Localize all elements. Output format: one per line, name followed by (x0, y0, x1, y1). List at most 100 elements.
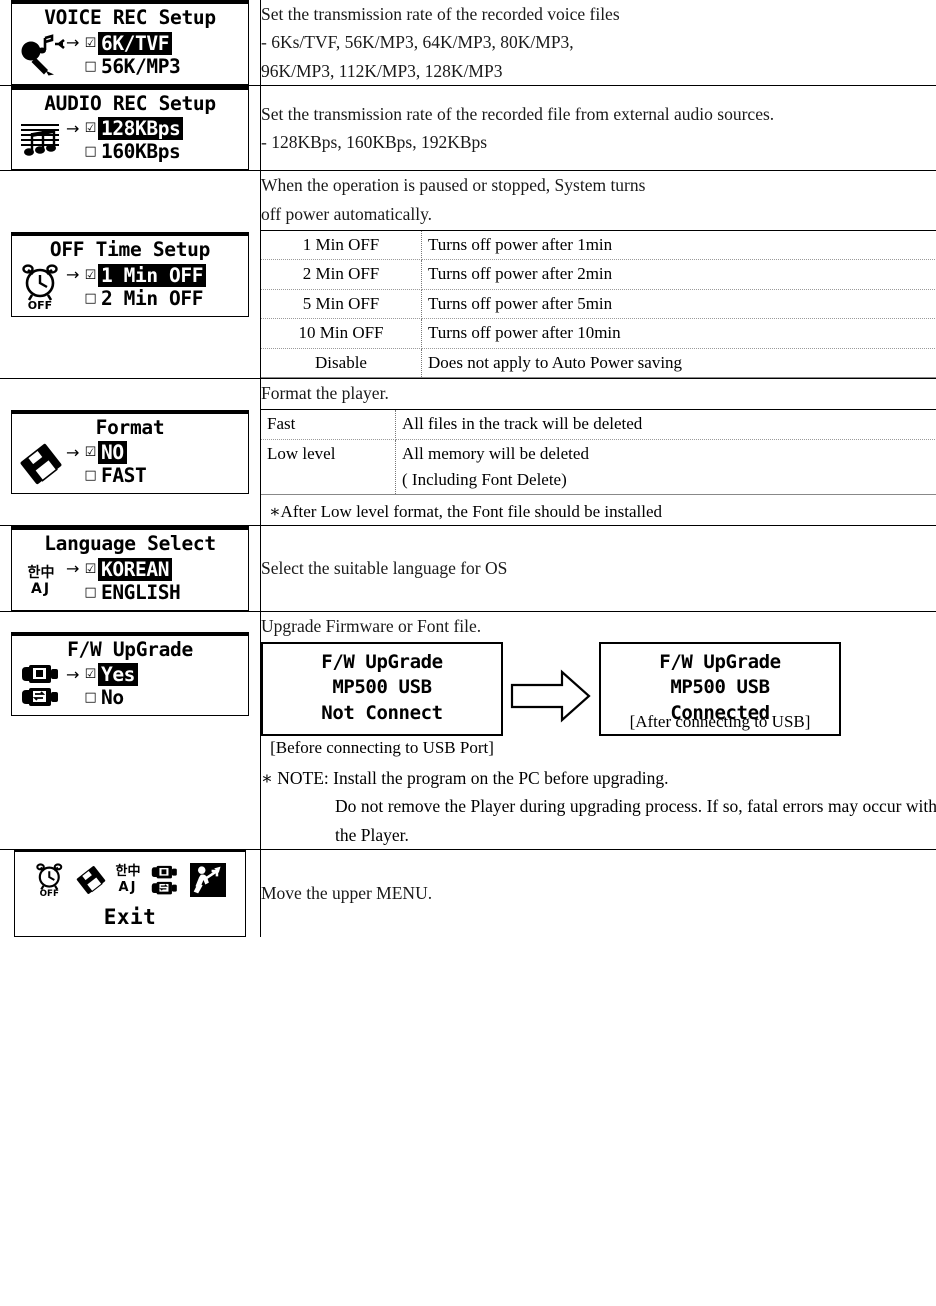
checkbox-icon[interactable]: □ (83, 292, 98, 305)
lcd-option-label[interactable]: 1 Min OFF (98, 263, 207, 287)
checkbox-checked-icon[interactable]: ☑ (83, 37, 98, 50)
lcd-options: → ☑ Yes □ No (66, 663, 244, 709)
table-row: OFF 한中 AJ Exit Move the upper MENU. (0, 849, 936, 938)
floppy-disk-icon (16, 440, 66, 488)
lcd-option-label[interactable]: ENGLISH (98, 581, 183, 604)
lcd-title: VOICE REC Setup (44, 6, 216, 30)
lcd-body: → ☑ Yes □ No (16, 662, 244, 710)
format-footnote: ∗After Low level format, the Font file s… (269, 502, 663, 522)
svg-text:OFF: OFF (39, 889, 58, 898)
checkbox-icon[interactable]: □ (83, 60, 98, 73)
lcd-option-row[interactable]: □ FAST (66, 464, 244, 487)
table-row: Low level All memory will be deleted ( I… (261, 439, 936, 496)
lcd-option-label[interactable]: Yes (98, 663, 139, 687)
checkbox-checked-icon[interactable]: ☑ (83, 668, 98, 681)
lcd-option-label[interactable]: No (98, 686, 127, 709)
lcd-title: F/W UpGrade (67, 637, 193, 661)
option-key: 2 Min OFF (261, 259, 422, 290)
exit-running-person-icon[interactable] (190, 863, 227, 898)
note-line-first: ∗ NOTE: Install the program on the PC be… (261, 767, 669, 788)
checkbox-icon[interactable]: □ (83, 145, 98, 158)
lcd-option-row[interactable]: → ☑ 128KBps (66, 117, 244, 141)
checkbox-checked-icon[interactable]: ☑ (83, 122, 98, 135)
table-row: 1 Min OFF Turns off power after 1min (261, 230, 936, 261)
description-line: Select the suitable language for OS (261, 558, 508, 579)
panel-cell-fw-upgrade: F/W UpGrade → ☑ Yes □ No (0, 611, 261, 851)
checkbox-checked-icon[interactable]: ☑ (83, 446, 98, 459)
lcd-option-row[interactable]: → ☑ 6K/TVF (66, 31, 244, 55)
note-line: Do not remove the Player during upgradin… (335, 796, 936, 845)
lcd-option-label[interactable]: 160KBps (98, 140, 183, 163)
table-row: 5 Min OFF Turns off power after 5min (261, 289, 936, 320)
panel-cell-off-time-setup: OFF Time Setup OFF → ☑ 1 Min OFF □ 2 Min… (0, 170, 261, 379)
checkbox-icon[interactable]: □ (83, 469, 98, 482)
lcd-option-row[interactable]: → ☑ KOREAN (66, 557, 244, 581)
description-cell-format: Format the player. Fast All files in the… (260, 378, 936, 527)
lcd-body: → ☑ 128KBps □ 160KBps (16, 116, 244, 164)
lcd-option-label[interactable]: KOREAN (98, 557, 173, 581)
checkbox-checked-icon[interactable]: ☑ (83, 269, 98, 282)
language-glyph-chinese: 中 (40, 564, 55, 581)
lcd-panel-format: Format → ☑ NO □ FAST (11, 409, 249, 495)
description-cell-exit: Move the upper MENU. (261, 850, 936, 938)
language-icon-row-latin: AJ (119, 880, 138, 896)
lcd-panel-off-time-setup: OFF Time Setup OFF → ☑ 1 Min OFF □ 2 Min… (11, 232, 249, 317)
lcd-option-row[interactable]: → ☑ 1 Min OFF (66, 263, 244, 287)
option-value: Does not apply to Auto Power saving (421, 348, 936, 378)
description-line: - 128KBps, 160KBps, 192KBps (261, 132, 488, 153)
lcd-panel-exit: OFF 한中 AJ Exit (14, 850, 246, 938)
lcd-option-row[interactable]: □ 56K/MP3 (66, 55, 244, 78)
lcd-option-row[interactable]: □ 2 Min OFF (66, 287, 244, 310)
description-text: Set the transmission rate of the recorde… (261, 0, 936, 85)
checkbox-icon[interactable]: □ (83, 586, 98, 599)
description-cell-off-time-setup: When the operation is paused or stopped,… (260, 170, 936, 379)
lcd-option-label[interactable]: NO (98, 441, 127, 465)
lcd-option-row[interactable]: → ☑ NO (66, 441, 244, 465)
alarm-clock-off-icon[interactable]: OFF (34, 862, 66, 898)
lcd-option-label[interactable]: 56K/MP3 (98, 55, 183, 78)
settings-table: VOICE REC Setup → ☑ 6K/TVF □ 56K/MP3 Set… (0, 0, 936, 938)
lcd-panel-fw-upgrade: F/W UpGrade → ☑ Yes □ No (11, 631, 249, 717)
lcd-options: → ☑ KOREAN □ ENGLISH (66, 557, 244, 604)
fw-before-caption: [Before connecting to USB Port] (270, 737, 494, 757)
lcd-line: Not Connect (321, 701, 443, 724)
lcd-option-label[interactable]: 6K/TVF (98, 31, 173, 55)
selection-arrow-icon: → (66, 33, 80, 53)
lcd-title: AUDIO REC Setup (44, 92, 216, 116)
checkbox-checked-icon[interactable]: ☑ (83, 563, 98, 576)
lcd-option-row[interactable]: → ☑ Yes (66, 663, 244, 687)
description-line: - 6Ks/TVF, 56K/MP3, 64K/MP3, 80K/MP3, (261, 32, 574, 53)
description-line: Move the upper MENU. (261, 883, 433, 904)
firmware-usb-icon[interactable] (149, 864, 181, 897)
lcd-option-row[interactable]: □ 160KBps (66, 140, 244, 163)
language-glyph-korean: 한 (115, 864, 128, 880)
option-key: 5 Min OFF (261, 289, 422, 320)
language-glyph-chinese: 中 (127, 864, 141, 880)
language-icon: 한中 AJ (16, 557, 66, 605)
lcd-option-row[interactable]: □ ENGLISH (66, 581, 244, 604)
manual-page: VOICE REC Setup → ☑ 6K/TVF □ 56K/MP3 Set… (0, 0, 936, 1306)
checkbox-icon[interactable]: □ (83, 691, 98, 704)
selection-arrow-icon: → (66, 664, 80, 684)
selection-arrow-icon: → (66, 559, 80, 579)
description-cell-voice-rec-setup: Set the transmission rate of the recorde… (260, 0, 936, 87)
lcd-option-label[interactable]: 128KBps (98, 117, 184, 141)
language-glyph-a: A (118, 880, 131, 896)
description-line: Set the transmission rate of the recorde… (261, 4, 620, 24)
lcd-option-label[interactable]: FAST (98, 464, 149, 487)
language-glyph-j: J (130, 880, 138, 896)
lcd-option-label[interactable]: 2 Min OFF (98, 287, 206, 310)
lcd-options: → ☑ NO □ FAST (66, 441, 244, 487)
fw-before-column: F/W UpGrade MP500 USB Not Connect [Befor… (261, 642, 503, 758)
table-row: 2 Min OFF Turns off power after 2min (261, 259, 936, 290)
language-icon[interactable]: 한中 AJ (116, 864, 141, 895)
floppy-disk-icon[interactable] (75, 865, 107, 895)
lcd-body: OFF → ☑ 1 Min OFF □ 2 Min OFF (16, 263, 244, 311)
fw-note: ∗ NOTE: Install the program on the PC be… (261, 764, 936, 849)
selection-arrow-icon: → (66, 442, 80, 462)
alarm-clock-off-icon: OFF (16, 263, 66, 311)
table-row: VOICE REC Setup → ☑ 6K/TVF □ 56K/MP3 Set… (0, 0, 936, 87)
panel-cell-language-select: Language Select 한中 AJ → ☑ KOREAN □ ENGLI… (0, 525, 261, 612)
lcd-panel-voice-rec-setup: VOICE REC Setup → ☑ 6K/TVF □ 56K/MP3 (11, 0, 249, 85)
lcd-option-row[interactable]: □ No (66, 686, 244, 709)
